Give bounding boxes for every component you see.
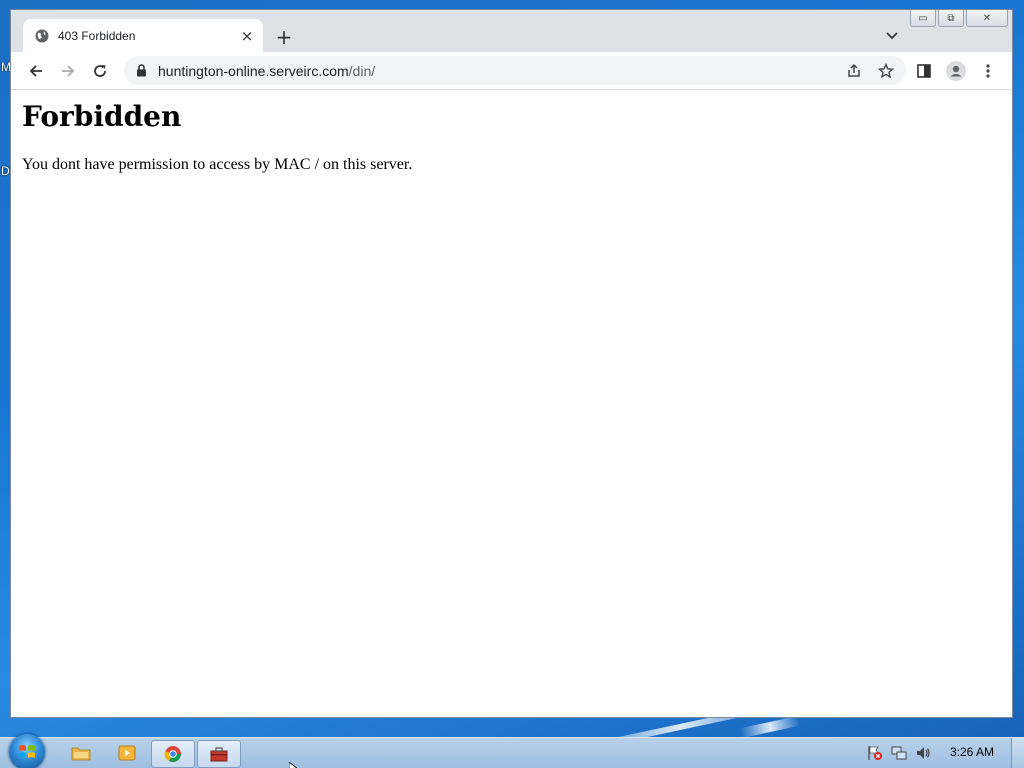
reload-icon bbox=[94, 65, 106, 77]
wallpaper-streak bbox=[739, 715, 801, 739]
page-heading: Forbidden bbox=[22, 100, 182, 133]
browser-toolbar: huntington-online.serveirc.com/din/ bbox=[11, 52, 1012, 90]
arrow-right-icon bbox=[62, 65, 75, 77]
forward-button[interactable] bbox=[56, 59, 80, 83]
lock-icon[interactable] bbox=[134, 63, 148, 79]
desktop-icon-label-peek: D bbox=[1, 164, 10, 178]
media-player-icon bbox=[118, 745, 136, 761]
more-menu-icon[interactable] bbox=[976, 59, 1000, 83]
taskbar: 3:26 AM bbox=[0, 734, 1024, 768]
share-icon[interactable] bbox=[842, 59, 866, 83]
windows-logo-icon bbox=[19, 745, 35, 758]
chrome-icon bbox=[164, 746, 181, 762]
volume-icon[interactable] bbox=[915, 745, 931, 761]
taskbar-chrome[interactable] bbox=[151, 740, 195, 768]
start-button[interactable] bbox=[9, 734, 45, 768]
taskbar-media-player[interactable] bbox=[106, 740, 148, 766]
error-message: You dont have permission to access by MA… bbox=[22, 156, 413, 173]
arrow-left-icon bbox=[29, 65, 42, 77]
tab-strip: 403 Forbidden × + bbox=[11, 10, 1012, 52]
url-host: huntington-online.serveirc.com bbox=[158, 62, 349, 79]
side-panel-icon[interactable] bbox=[912, 59, 936, 83]
system-clock[interactable]: 3:26 AM bbox=[950, 745, 994, 759]
chevron-down-icon[interactable] bbox=[882, 26, 902, 46]
file-explorer-icon bbox=[71, 747, 91, 761]
action-center-flag-icon[interactable] bbox=[867, 745, 883, 761]
reload-button[interactable] bbox=[88, 59, 112, 83]
page-content: Forbidden You dont have permission to ac… bbox=[11, 90, 1012, 717]
address-bar[interactable]: huntington-online.serveirc.com/din/ bbox=[124, 56, 906, 85]
tab-title: 403 Forbidden bbox=[58, 28, 136, 43]
show-desktop-button[interactable] bbox=[1011, 738, 1024, 768]
desktop-icon-label-peek: M bbox=[1, 60, 11, 74]
back-button[interactable] bbox=[24, 59, 48, 83]
tab-close-button[interactable]: × bbox=[238, 27, 256, 45]
mouse-cursor-icon bbox=[289, 762, 298, 768]
url-text[interactable]: huntington-online.serveirc.com/din/ bbox=[158, 63, 842, 79]
taskbar-toolbox[interactable] bbox=[197, 740, 241, 768]
bookmark-star-icon[interactable] bbox=[874, 59, 898, 83]
url-path: /din/ bbox=[348, 62, 376, 79]
taskbar-file-explorer[interactable] bbox=[60, 740, 102, 766]
tab-403-forbidden[interactable]: 403 Forbidden × bbox=[23, 19, 263, 52]
browser-window: ▭ ⧉ ✕ 403 Forbidden × + huntington-onlin… bbox=[11, 10, 1012, 717]
network-icon[interactable] bbox=[891, 745, 907, 761]
globe-icon bbox=[34, 28, 50, 44]
new-tab-button[interactable]: + bbox=[273, 25, 295, 49]
profile-avatar-icon[interactable] bbox=[944, 59, 968, 83]
toolbox-icon bbox=[210, 747, 228, 762]
